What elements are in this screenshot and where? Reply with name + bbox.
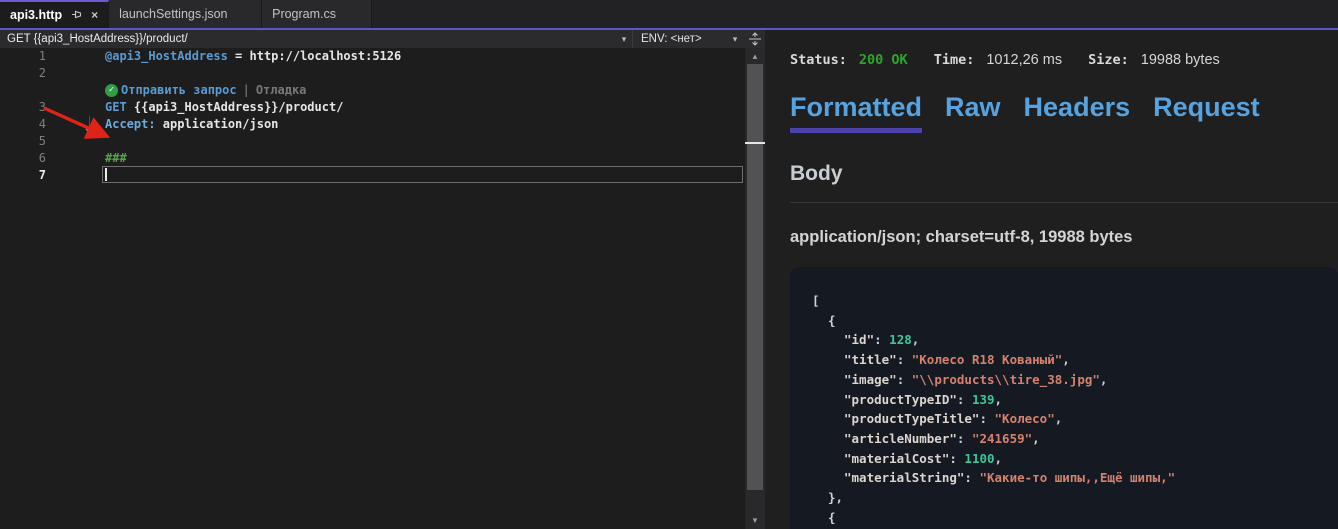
scrollbar-thumb[interactable]	[747, 64, 763, 490]
header-value-token: application/json	[156, 117, 279, 131]
editor-vertical-scrollbar[interactable]: ▲ ▼	[745, 48, 765, 529]
split-editor-handle[interactable]	[745, 30, 765, 48]
time-value: 1012,26 ms	[986, 52, 1062, 68]
line-number-current: 7	[0, 167, 58, 184]
status-value: 200 OK	[859, 52, 908, 68]
chevron-down-icon[interactable]: ▾	[727, 34, 743, 45]
json-code-line: "productTypeTitle": "Колесо",	[790, 409, 1338, 429]
content-type-text: application/json; charset=utf-8, 19988 b…	[790, 228, 1133, 247]
tab-api3-http[interactable]: api3.http ×	[0, 0, 109, 28]
editor-line-2: 2	[0, 65, 745, 82]
http-editor[interactable]: 1 @api3_HostAddress = http://localhost:5…	[0, 48, 745, 529]
line-number: 2	[0, 65, 58, 82]
text-caret	[105, 168, 107, 181]
tab-label: Program.cs	[272, 7, 336, 21]
request-url-dropdown[interactable]: GET {{api3_HostAddress}}/product/ ▾	[0, 30, 633, 48]
code-lens-row: ✓ Отправить запрос | Отладка	[0, 82, 745, 99]
tab-raw[interactable]: Raw	[945, 92, 1001, 133]
pin-icon[interactable]	[71, 9, 82, 22]
scrollbar-caret-marker	[745, 142, 765, 144]
http-method-token: GET	[105, 100, 127, 114]
value-token: = http://localhost:5126	[228, 49, 401, 63]
scroll-down-icon[interactable]: ▼	[745, 516, 765, 525]
json-code-line: "id": 128,	[790, 330, 1338, 350]
json-code-line: "title": "Колесо R18 Кованый",	[790, 350, 1338, 370]
json-code-line: },	[790, 488, 1338, 508]
json-code-line: {	[790, 508, 1338, 528]
url-token: {{api3_HostAddress}}/product/	[127, 100, 344, 114]
document-tab-bar: api3.http × launchSettings.json Program.…	[0, 0, 1338, 28]
json-code-line: "articleNumber": "241659",	[790, 429, 1338, 449]
size-value: 19988 bytes	[1141, 52, 1220, 68]
tab-label: api3.http	[10, 8, 62, 22]
tab-label: launchSettings.json	[119, 7, 227, 21]
status-label: Status:	[790, 52, 847, 68]
split-icon	[748, 32, 762, 46]
variable-token: @api3_HostAddress	[105, 49, 228, 63]
environment-text: ENV: <нет>	[633, 33, 727, 45]
code-lens-separator: |	[237, 82, 256, 99]
json-code-line: "image": "\\products\\tire_38.jpg",	[790, 370, 1338, 390]
section-divider	[790, 202, 1338, 203]
json-code-line: "materialString": "Какие-то шипы,,Ещё ши…	[790, 468, 1338, 488]
json-code-line: [	[790, 291, 1338, 311]
json-code-line: "materialCost": 1100,	[790, 449, 1338, 469]
time-label: Time:	[934, 52, 975, 68]
json-code[interactable]: [{"id": 128,"title": "Колесо R18 Кованый…	[790, 267, 1338, 529]
response-panel: Status: 200 OK Time: 1012,26 ms Size: 19…	[765, 30, 1338, 529]
current-line-highlight	[102, 166, 743, 183]
editor-line-5: 5	[0, 133, 745, 150]
line-number: 1	[0, 48, 58, 65]
tab-launchsettings-json[interactable]: launchSettings.json	[109, 0, 262, 28]
delimiter-token: ###	[105, 151, 127, 165]
request-bar: GET {{api3_HostAddress}}/product/ ▾ ENV:…	[0, 30, 765, 48]
json-code-line: {	[790, 311, 1338, 331]
response-tabs: Formatted Raw Headers Request	[790, 92, 1260, 133]
size-label: Size:	[1088, 52, 1129, 68]
tab-program-cs[interactable]: Program.cs	[262, 0, 372, 28]
tab-headers[interactable]: Headers	[1024, 92, 1131, 133]
editor-line-6: 6 ###	[0, 150, 745, 167]
editor-line-3: 3 GET {{api3_HostAddress}}/product/	[0, 99, 745, 116]
body-heading: Body	[790, 162, 843, 186]
scroll-up-icon[interactable]: ▲	[745, 52, 765, 61]
request-url-text: GET {{api3_HostAddress}}/product/	[0, 33, 616, 45]
debug-request-link[interactable]: Отладка	[256, 82, 307, 99]
environment-dropdown[interactable]: ENV: <нет> ▾	[633, 30, 743, 48]
tab-request[interactable]: Request	[1153, 92, 1260, 133]
send-request-link[interactable]: Отправить запрос	[121, 82, 237, 99]
http-client-window: api3.http × launchSettings.json Program.…	[0, 0, 1338, 529]
chevron-down-icon[interactable]: ▾	[616, 34, 632, 45]
editor-line-1: 1 @api3_HostAddress = http://localhost:5…	[0, 48, 745, 65]
json-code-line: "productTypeID": 139,	[790, 390, 1338, 410]
send-request-check-icon: ✓	[105, 84, 118, 97]
response-status-row: Status: 200 OK Time: 1012,26 ms Size: 19…	[790, 52, 1246, 68]
fold-guide-line	[89, 116, 90, 131]
close-icon[interactable]: ×	[91, 9, 98, 21]
tab-formatted[interactable]: Formatted	[790, 92, 922, 133]
